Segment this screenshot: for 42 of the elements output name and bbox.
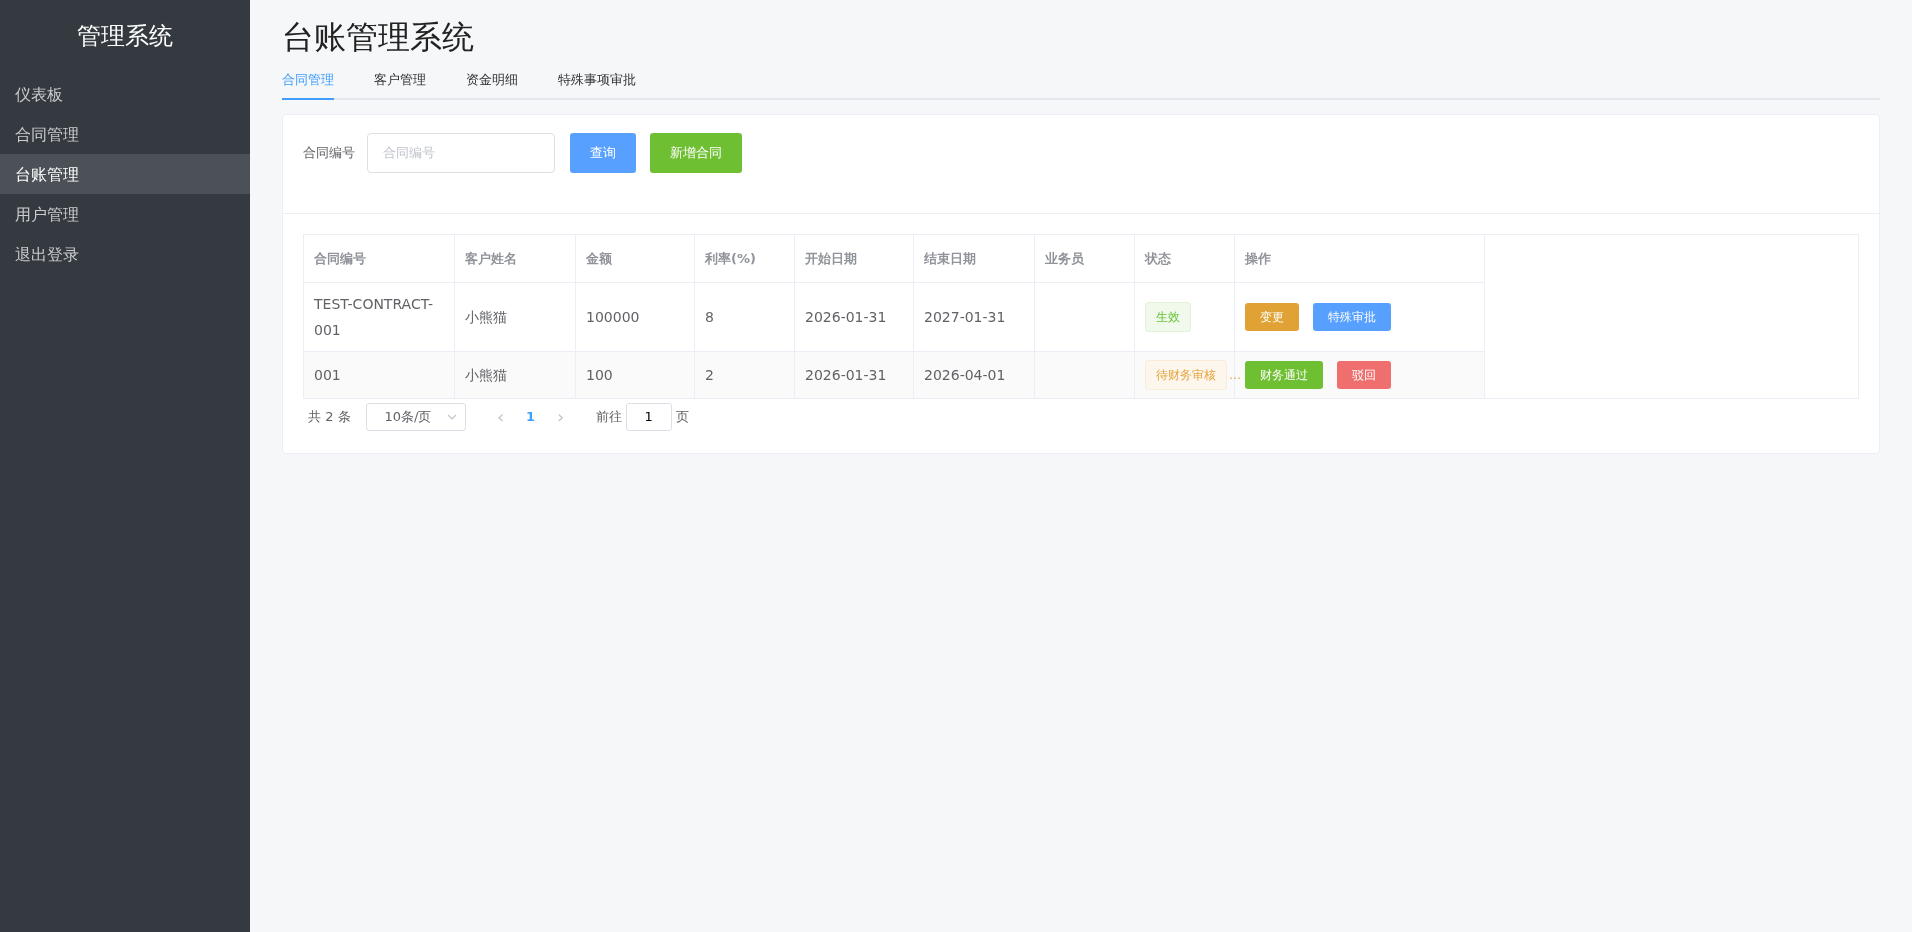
column-header: 开始日期 — [794, 234, 914, 283]
column-header: 金额 — [575, 234, 695, 283]
sidebar-item[interactable]: 仪表板 — [0, 74, 250, 114]
column-header: 合同编号 — [303, 234, 455, 283]
table-cell: TEST-CONTRACT-001 — [303, 282, 455, 352]
table-cell: 小熊猫 — [454, 282, 576, 352]
table-cell: 2027-01-31 — [913, 282, 1035, 352]
table-cell: 8 — [694, 282, 795, 352]
sidebar-item[interactable]: 用户管理 — [0, 194, 250, 234]
table-cell: 100 — [575, 351, 695, 399]
sidebar-item[interactable]: 退出登录 — [0, 234, 250, 274]
caret-icon — [446, 413, 457, 420]
page-input[interactable]: 1 — [625, 402, 672, 431]
table-cell: 小熊猫 — [454, 351, 576, 399]
tab[interactable]: 资金明细 — [466, 70, 518, 100]
sidebar-item[interactable]: 合同管理 — [0, 114, 250, 154]
table-cell: 100000 — [575, 282, 695, 352]
goto-label: 前往 — [595, 408, 622, 427]
field-label: 合同编号 — [303, 144, 355, 163]
tab[interactable]: 特殊事项审批 — [558, 70, 636, 100]
column-header: 状态 — [1134, 234, 1235, 283]
sidebar-item[interactable]: 台账管理 — [0, 154, 250, 194]
goto-suffix: 页 — [675, 408, 689, 427]
column-header: 结束日期 — [913, 234, 1035, 283]
sidebar-title: 管理系统 — [76, 21, 174, 52]
page-size-select[interactable]: 10条/页 — [365, 402, 466, 431]
total-count: 共 2 条 — [308, 408, 351, 427]
search-field[interactable]: 合同编号 — [367, 132, 555, 173]
table-cell: 001 — [303, 351, 455, 399]
page-title: 台账管理系统 — [282, 18, 475, 57]
status-tag: 生效 — [1145, 301, 1191, 332]
table-cell: 2026-01-31 — [794, 351, 914, 399]
table-cell: 2026-04-01 — [913, 351, 1035, 399]
column-header: 利率(%) — [694, 234, 795, 283]
table-cell: 2026-01-31 — [794, 282, 914, 352]
tab[interactable]: 客户管理 — [374, 70, 426, 100]
column-header: 业务员 — [1034, 234, 1135, 283]
column-header: 客户姓名 — [454, 234, 576, 283]
column-header: 操作 — [1234, 234, 1485, 283]
overflow-ellipsis: … — [1229, 367, 1241, 382]
status-tag: 待财务审核 — [1145, 359, 1227, 390]
table-cell: 2 — [694, 351, 795, 399]
